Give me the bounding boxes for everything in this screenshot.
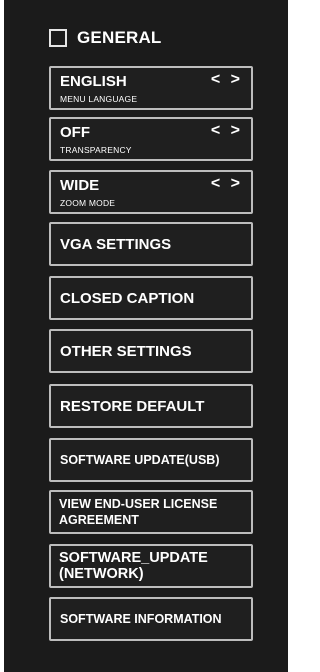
other-settings-button[interactable]: OTHER SETTINGS — [49, 329, 253, 373]
software-update-usb-button[interactable]: SOFTWARE UPDATE(USB) — [49, 438, 253, 482]
section-header: GENERAL — [49, 26, 162, 50]
vga-settings-button[interactable]: VGA SETTINGS — [49, 222, 253, 266]
view-eula-label: VIEW END-USER LICENSE AGREEMENT — [59, 497, 218, 527]
left-right-arrows-icon[interactable]: < > — [211, 122, 243, 140]
zoom-mode-label: ZOOM MODE — [60, 198, 116, 208]
menu-language-setting[interactable]: ENGLISH MENU LANGUAGE < > — [49, 66, 253, 110]
software-update-network-button[interactable]: SOFTWARE_UPDATE (NETWORK) — [49, 544, 253, 588]
transparency-value: OFF — [60, 124, 90, 141]
restore-default-label: RESTORE DEFAULT — [60, 397, 205, 415]
software-update-usb-label: SOFTWARE UPDATE(USB) — [60, 453, 220, 467]
section-title: GENERAL — [77, 28, 162, 47]
restore-default-button[interactable]: RESTORE DEFAULT — [49, 384, 253, 428]
left-right-arrows-icon[interactable]: < > — [211, 71, 243, 89]
software-update-network-label: SOFTWARE_UPDATE (NETWORK) — [59, 550, 208, 582]
software-information-button[interactable]: SOFTWARE INFORMATION — [49, 597, 253, 641]
left-right-arrows-icon[interactable]: < > — [211, 175, 243, 193]
menu-language-value: ENGLISH — [60, 73, 127, 90]
view-eula-button[interactable]: VIEW END-USER LICENSE AGREEMENT — [49, 490, 253, 534]
general-settings-panel: GENERAL ENGLISH MENU LANGUAGE < > OFF TR… — [4, 0, 288, 672]
transparency-setting[interactable]: OFF TRANSPARENCY < > — [49, 117, 253, 161]
other-settings-label: OTHER SETTINGS — [60, 342, 192, 360]
closed-caption-label: CLOSED CAPTION — [60, 289, 195, 307]
general-checkbox[interactable] — [49, 29, 67, 47]
menu-language-label: MENU LANGUAGE — [60, 94, 138, 104]
software-information-label: SOFTWARE INFORMATION — [60, 612, 222, 626]
transparency-label: TRANSPARENCY — [60, 145, 132, 155]
zoom-mode-value: WIDE — [60, 177, 100, 194]
zoom-mode-setting[interactable]: WIDE ZOOM MODE < > — [49, 170, 253, 214]
closed-caption-button[interactable]: CLOSED CAPTION — [49, 276, 253, 320]
vga-settings-label: VGA SETTINGS — [60, 235, 172, 253]
